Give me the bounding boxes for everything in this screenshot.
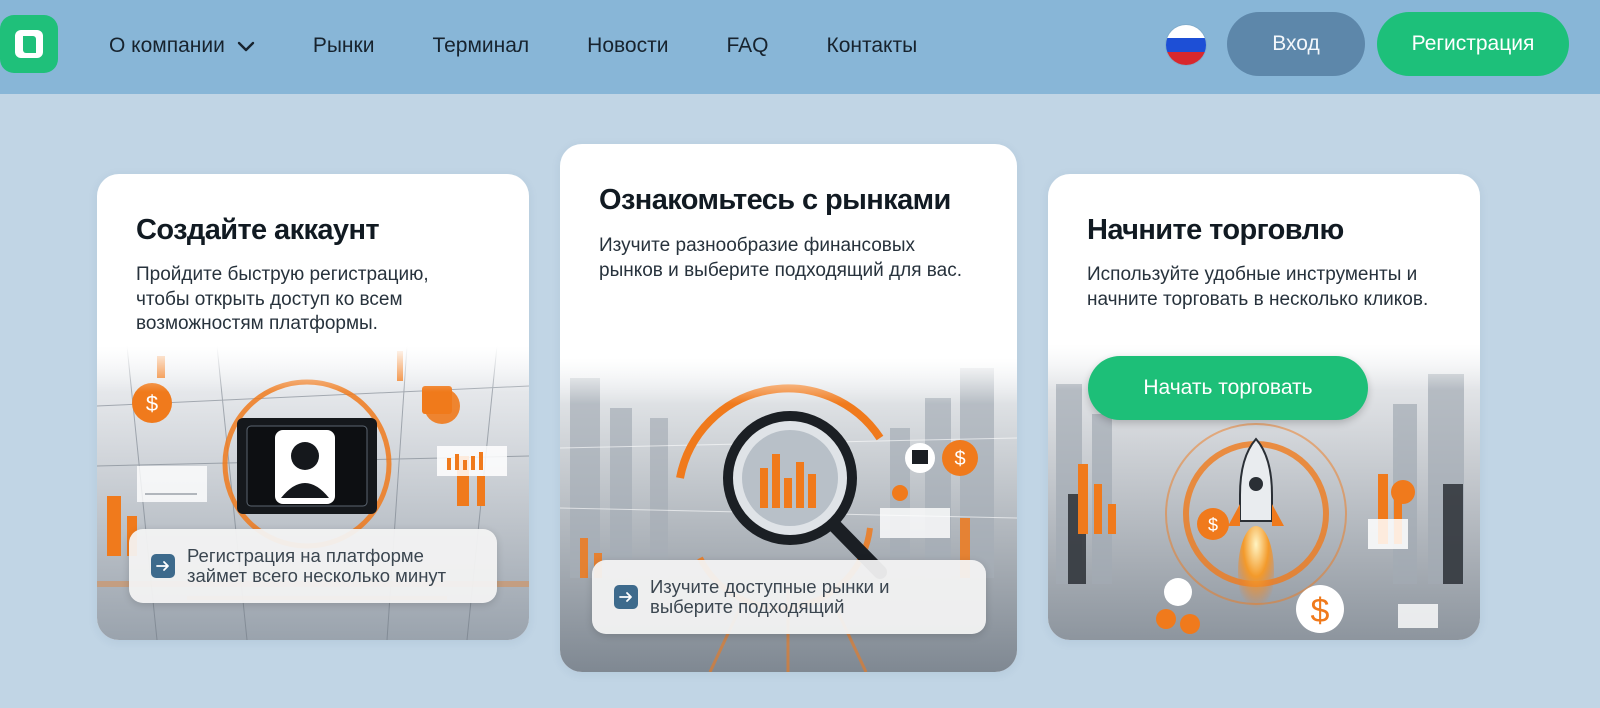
- logo-icon: [15, 30, 43, 58]
- nav-item-label: Терминал: [432, 34, 530, 57]
- svg-text:$: $: [954, 448, 965, 470]
- nav-item-contacts[interactable]: Контакты: [826, 34, 917, 58]
- brand-logo[interactable]: [0, 15, 58, 73]
- nav-item-label: FAQ: [726, 34, 769, 57]
- svg-text:$: $: [1311, 592, 1330, 630]
- arrow-right-icon: [151, 554, 175, 578]
- nav-item-company[interactable]: О компании: [109, 34, 255, 58]
- card-description: Используйте удобные инструменты и начнит…: [1087, 264, 1429, 310]
- nav-item-markets[interactable]: Рынки: [313, 34, 375, 58]
- info-pill: Изучите доступные рынки и выберите подхо…: [592, 560, 986, 634]
- svg-text:$: $: [146, 391, 158, 416]
- register-button[interactable]: Регистрация: [1377, 12, 1569, 76]
- card-title: Начните торговлю: [1087, 214, 1344, 246]
- info-pill: Регистрация на платформе займет всего не…: [129, 529, 497, 603]
- step-card-create-account: Создайте аккаунт Пройдите быструю регист…: [97, 174, 529, 640]
- arrow-right-icon: [614, 585, 638, 609]
- nav-item-label: Рынки: [312, 34, 375, 57]
- art-fade: [97, 346, 529, 392]
- card-description: Изучите разнообразие финансовых рынков и…: [599, 235, 963, 281]
- card-title: Создайте аккаунт: [136, 214, 380, 246]
- main-nav: О компании Рынки Терминал Новости FAQ Ко…: [109, 0, 975, 92]
- info-pill-text: Изучите доступные рынки и выберите подхо…: [650, 576, 890, 617]
- nav-item-news[interactable]: Новости: [587, 34, 668, 58]
- nav-item-faq[interactable]: FAQ: [726, 34, 768, 58]
- chevron-down-icon: [237, 34, 255, 58]
- info-pill-text: Регистрация на платформе займет всего не…: [187, 545, 447, 586]
- step-card-explore-markets: Ознакомьтесь с рынками Изучите разнообра…: [560, 144, 1017, 672]
- russian-flag-icon[interactable]: [1166, 25, 1206, 65]
- nav-item-terminal[interactable]: Терминал: [432, 34, 529, 58]
- start-trading-button[interactable]: Начать торговать: [1088, 356, 1368, 420]
- nav-item-label: Новости: [587, 34, 669, 57]
- step-card-start-trading: Начните торговлю Используйте удобные инс…: [1048, 174, 1480, 640]
- nav-item-label: О компании: [109, 34, 225, 57]
- art-fade: [560, 358, 1017, 404]
- card-title: Ознакомьтесь с рынками: [599, 184, 951, 216]
- login-button[interactable]: Вход: [1227, 12, 1365, 76]
- card-description: Пройдите быструю регистрацию, чтобы откр…: [136, 264, 429, 334]
- svg-text:$: $: [1208, 515, 1218, 535]
- nav-item-label: Контакты: [826, 34, 918, 57]
- site-header: О компании Рынки Терминал Новости FAQ Ко…: [0, 0, 1600, 94]
